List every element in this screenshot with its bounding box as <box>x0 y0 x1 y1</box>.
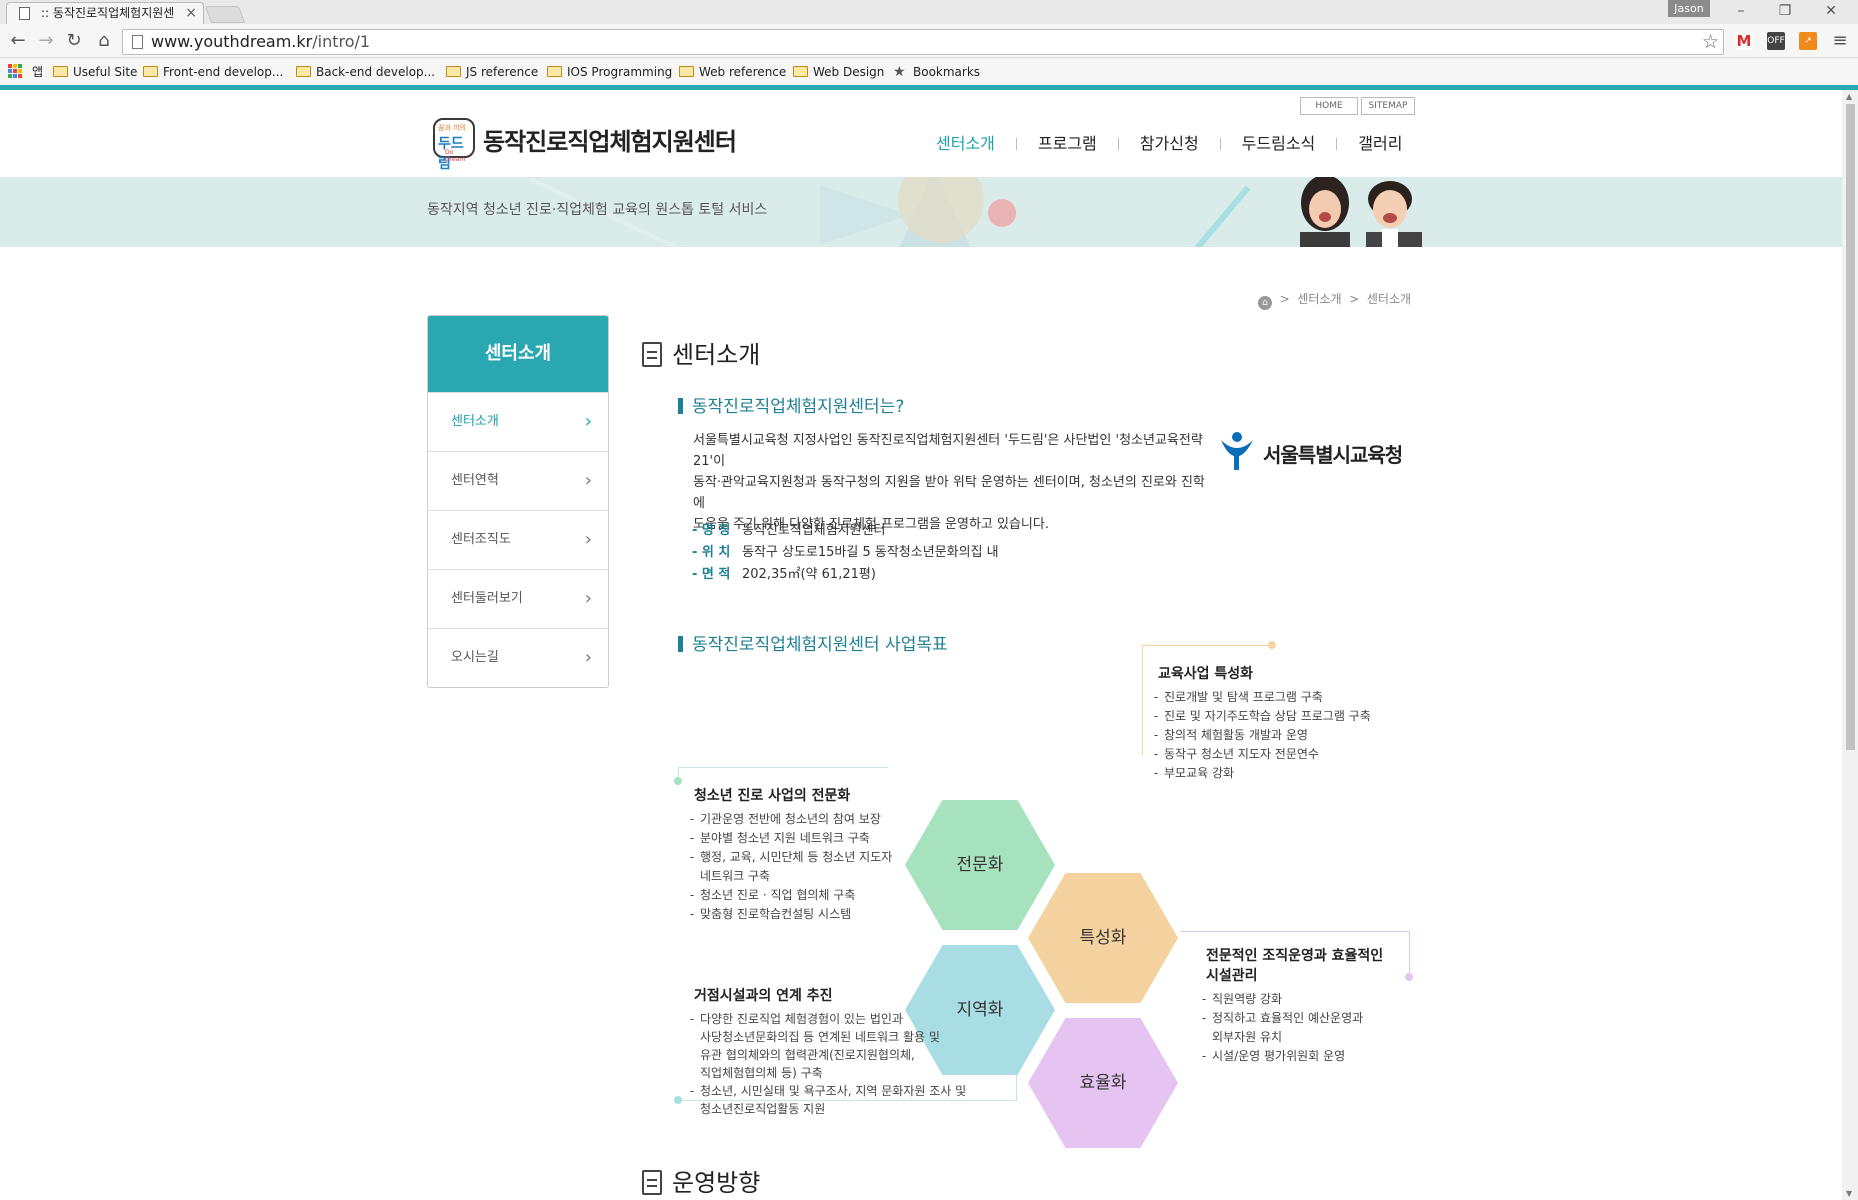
browser-chrome: :: 동작진로직업체험지원센 × Jason – ❐ ✕ ← → ↻ ⌂ www… <box>0 0 1858 90</box>
logo-text: 동작진로직업체험지원센터 <box>483 128 737 156</box>
bookmark-backend[interactable]: Back-end develop... <box>296 63 435 81</box>
tab-title: :: 동작진로직업체험지원센 <box>41 6 175 20</box>
folder-icon <box>679 66 694 77</box>
document-icon <box>642 342 662 367</box>
business-goals-diagram: 전문화 특성화 지역화 효율화 청소년 진로 사업의 전문화 기관운영 전반에 … <box>660 641 1420 1200</box>
bookmark-star-icon[interactable]: ☆ <box>1702 31 1719 53</box>
nav-item-apply[interactable]: 참가신청 <box>1140 130 1199 154</box>
scroll-up-icon[interactable]: ▲ <box>1846 92 1852 101</box>
breadcrumb-level2: 센터소개 <box>1366 292 1412 306</box>
folder-icon <box>53 66 68 77</box>
sub-visual-banner: 동작지역 청소년 진로·직업체험 교육의 원스톱 토털 서비스 <box>0 177 1842 247</box>
side-item-directions[interactable]: 오시는길 › <box>428 628 608 687</box>
chevron-right-icon: › <box>584 529 592 550</box>
fact-row: - 면 적 202,35㎡(약 61,21평) <box>692 567 876 582</box>
folder-icon <box>793 66 808 77</box>
side-menu-title: 센터소개 <box>428 316 608 392</box>
tab-strip: :: 동작진로직업체험지원센 × Jason – ❐ ✕ <box>0 0 1858 24</box>
chevron-right-icon: › <box>584 647 592 668</box>
close-tab-icon[interactable]: × <box>185 3 197 23</box>
side-menu: 센터소개 센터소개 › 센터연혁 › 센터조직도 › 센터둘러보기 › 오시는길 › <box>427 315 609 688</box>
menu-icon[interactable]: ≡ <box>1831 32 1849 50</box>
page-scrollbar[interactable]: ▲ ▼ <box>1842 90 1858 1200</box>
breadcrumb: ⌂ > 센터소개 > 센터소개 <box>1258 290 1411 310</box>
page-icon <box>19 7 30 20</box>
nav-item-gallery[interactable]: 갤러리 <box>1358 130 1402 154</box>
goal-list-efficiency: 직원역량 강화 정직하고 효율적인 예산운영과 외부자원 유치 시설/운영 평가… <box>1202 990 1363 1066</box>
bookmark-apps[interactable]: 앱 <box>12 63 43 81</box>
hex-specialization: 전문화 <box>905 800 1055 930</box>
goal-list-localization: 다양한 진로직업 체험경험이 있는 법인과 사당청소년문화의집 등 연계된 네트… <box>690 1010 966 1118</box>
bookmark-useful-site[interactable]: Useful Site <box>53 63 137 81</box>
bookmark-web-design[interactable]: Web Design <box>793 63 884 81</box>
url-path: /intro/1 <box>312 32 371 51</box>
folder-icon <box>446 66 461 77</box>
banner-tagline: 동작지역 청소년 진로·직업체험 교육의 원스톱 토털 서비스 <box>427 202 768 218</box>
util-sitemap-link[interactable]: SITEMAP <box>1361 97 1415 115</box>
goal-list-characterization: 진로개발 및 탐색 프로그램 구축 진로 및 자기주도학습 상담 프로그램 구축… <box>1154 688 1371 783</box>
center-facts: - 명 칭 동작진로직업체험지원센터 - 위 치 동작구 상도로15바길 5 동작청… <box>692 520 999 586</box>
web-page: HOME SITEMAP 꿈과 끼의 두드림 Do Dream 동작진로직업체험… <box>0 90 1842 1200</box>
page-title: 센터소개 <box>642 335 760 370</box>
gmail-icon[interactable]: M <box>1735 32 1753 50</box>
nav-item-news[interactable]: 두드림소식 <box>1242 130 1316 154</box>
home-icon[interactable]: ⌂ <box>92 30 116 51</box>
browser-tab[interactable]: :: 동작진로직업체험지원센 × <box>6 2 204 24</box>
reload-icon[interactable]: ↻ <box>62 30 86 51</box>
bookmarks-bar: 앱 Useful Site Front-end develop... Back-… <box>0 59 1858 85</box>
bookmark-web-reference[interactable]: Web reference <box>679 63 786 81</box>
folder-icon <box>143 66 158 77</box>
goal-title-characterization: 교육사업 특성화 <box>1158 666 1254 682</box>
address-bar[interactable]: www.youthdream.kr/intro/1 ☆ <box>122 29 1724 55</box>
page-info-icon[interactable] <box>132 35 143 49</box>
hex-characterization: 특성화 <box>1028 873 1178 1003</box>
fact-row: - 명 칭 동작진로직업체험지원센터 <box>692 523 886 538</box>
side-item-intro[interactable]: 센터소개 › <box>428 392 608 451</box>
new-tab-button[interactable] <box>204 6 246 23</box>
breadcrumb-level1[interactable]: 센터소개 <box>1297 292 1341 306</box>
bookmark-js-reference[interactable]: JS reference <box>446 63 538 81</box>
goal-title-efficiency: 전문적인 조직운영과 효율적인 시설관리 <box>1206 948 1384 984</box>
forward-icon[interactable]: → <box>34 30 58 51</box>
chevron-right-icon: › <box>584 470 592 491</box>
analytics-extension-icon[interactable]: ↗ <box>1799 32 1817 50</box>
nav-item-program[interactable]: 프로그램 <box>1038 130 1097 154</box>
section-heading-about: 동작진로직업체험지원센터는? <box>678 392 904 417</box>
scrollbar-thumb[interactable] <box>1846 104 1855 750</box>
folder-icon <box>547 66 562 77</box>
bookmark-frontend[interactable]: Front-end develop... <box>143 63 283 81</box>
goal-title-specialization: 청소년 진로 사업의 전문화 <box>694 788 851 804</box>
scroll-down-icon[interactable]: ▼ <box>1846 1189 1852 1198</box>
main-nav: 센터소개 프로그램 참가신청 두드림소식 갤러리 <box>936 130 1402 154</box>
dodream-logo-icon: 꿈과 끼의 두드림 Do Dream <box>433 118 475 172</box>
section-title-direction: 운영방향 <box>642 1163 760 1198</box>
minimize-icon[interactable]: – <box>1721 0 1761 22</box>
seoul-education-logo-icon <box>1221 432 1253 470</box>
side-item-org[interactable]: 센터조직도 › <box>428 510 608 569</box>
url-host: www.youthdream.kr <box>151 32 313 51</box>
goal-list-specialization: 기관운영 전반에 청소년의 참여 보장 분야별 청소년 지원 네트워크 구축 행… <box>690 810 892 924</box>
extension-off-icon[interactable]: OFF <box>1767 32 1785 50</box>
side-item-tour[interactable]: 센터둘러보기 › <box>428 569 608 628</box>
star-icon: ★ <box>893 64 906 80</box>
util-home-link[interactable]: HOME <box>1300 97 1358 115</box>
goal-title-localization: 거점시설과의 연계 추진 <box>694 988 833 1004</box>
chevron-right-icon: › <box>584 588 592 609</box>
bookmark-bookmarks[interactable]: ★ Bookmarks <box>893 63 980 81</box>
home-icon[interactable]: ⌂ <box>1258 296 1272 310</box>
close-window-icon[interactable]: ✕ <box>1811 0 1851 22</box>
document-icon <box>642 1170 662 1195</box>
fact-row: - 위 치 동작구 상도로15바길 5 동작청소년문화의집 내 <box>692 545 999 560</box>
restore-icon[interactable]: ❐ <box>1765 0 1805 22</box>
back-icon[interactable]: ← <box>6 30 30 51</box>
hex-efficiency: 효율화 <box>1028 1018 1178 1148</box>
browser-toolbar: ← → ↻ ⌂ www.youthdream.kr/intro/1 ☆ M OF… <box>0 24 1858 58</box>
side-item-history[interactable]: 센터연혁 › <box>428 451 608 510</box>
folder-icon <box>296 66 311 77</box>
students-image <box>1300 177 1422 247</box>
bookmark-ios[interactable]: IOS Programming <box>547 63 672 81</box>
profile-button[interactable]: Jason <box>1668 0 1710 17</box>
chevron-right-icon: › <box>584 411 592 432</box>
nav-item-intro[interactable]: 센터소개 <box>936 130 995 154</box>
